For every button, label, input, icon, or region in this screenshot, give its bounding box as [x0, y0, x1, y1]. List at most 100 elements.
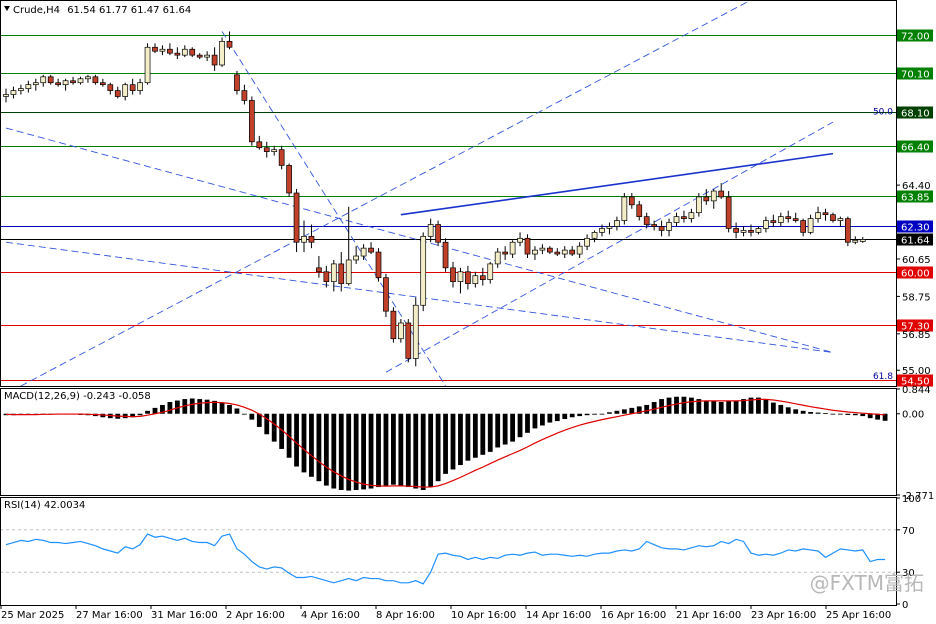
bull-candle-body-55 [412, 304, 419, 359]
macd-bar-104 [778, 404, 784, 414]
bear-candle-body-86 [643, 216, 650, 225]
macd-bar-87 [651, 402, 657, 414]
macd-bar-92 [689, 397, 694, 414]
rsi-tick-label-1: 70 [902, 526, 915, 537]
bull-candle-body-40 [301, 235, 307, 243]
bear-candle-body-42 [316, 267, 322, 273]
macd-bar-70 [525, 413, 530, 433]
candle-52 [390, 307, 397, 343]
macd-bar-71 [532, 413, 538, 429]
bull-candle-body-82 [614, 220, 620, 227]
level-tag-label-7: 60.00 [901, 269, 930, 280]
bull-candle-body-71 [532, 249, 538, 255]
level-tag-label-0: 72.00 [901, 32, 930, 43]
bear-candle-body-110 [822, 212, 829, 216]
bull-candle-body-114 [852, 239, 859, 243]
symbol-header: Crude,H4 61.54 61.77 61.47 61.64 [13, 5, 191, 16]
bear-candle-body-20 [152, 46, 158, 52]
bear-candle-body-91 [681, 216, 687, 219]
bear-candle-body-26 [196, 54, 203, 58]
time-tick-label-10: 23 Apr 16:00 [751, 610, 816, 621]
time-tick-label-1: 27 Mar 16:00 [76, 610, 143, 621]
macd-bar-90 [674, 396, 679, 414]
bull-candle-body-61 [457, 271, 464, 282]
macd-bar-60 [450, 413, 456, 470]
bear-candle-body-103 [770, 220, 777, 223]
bull-candle-body-80 [599, 228, 605, 233]
macd-bar-39 [294, 413, 299, 467]
time-tick-label-4: 4 Apr 16:00 [301, 610, 360, 621]
bear-candle-body-13 [99, 82, 106, 86]
time-tick-label-9: 21 Apr 16:00 [676, 610, 741, 621]
trading-chart: Crude,H4 61.54 61.77 61.47 61.64 MACD(12… [0, 0, 936, 624]
macd-bar-54 [405, 413, 411, 488]
bull-candle-body-46 [345, 259, 352, 284]
bull-candle-body-83 [621, 196, 628, 221]
bull-candle-body-104 [777, 216, 784, 223]
bull-candle-body-69 [517, 237, 523, 243]
bull-candle-body-5 [40, 76, 47, 84]
macd-bar-78 [584, 413, 590, 416]
macd-bar-75 [562, 413, 568, 420]
macd-bar-29 [219, 402, 225, 414]
time-tick-label-5: 8 Apr 16:00 [376, 610, 435, 621]
level-tag-label-3: 66.40 [901, 143, 930, 154]
bull-candle-body-63 [472, 275, 479, 284]
macd-bar-110 [823, 413, 828, 414]
macd-bar-68 [510, 413, 515, 442]
bull-candle-body-92 [688, 212, 695, 219]
macd-bar-83 [621, 409, 627, 414]
price-tick-label-3: 56.85 [902, 330, 931, 341]
bull-candle-body-53 [398, 322, 404, 340]
bear-candle-body-105 [785, 216, 792, 219]
rsi-tick-label-0: 100 [902, 494, 921, 505]
bull-candle-body-0 [3, 94, 9, 97]
bull-candle-body-115 [859, 239, 866, 242]
bear-candle-body-50 [375, 251, 382, 279]
macd-bar-57 [428, 413, 434, 488]
bull-candle-body-4 [32, 82, 39, 86]
macd-bar-43 [323, 413, 329, 486]
macd-bar-103 [770, 402, 776, 414]
macd-bar-31 [234, 408, 240, 414]
macd-bar-113 [845, 413, 851, 415]
macd-bar-97 [726, 401, 732, 414]
macd-bar-96 [718, 402, 724, 414]
bull-candle-body-56 [420, 235, 427, 306]
candle-56 [420, 232, 427, 312]
bear-candle-body-39 [293, 192, 300, 243]
bull-candle-body-68 [509, 241, 516, 255]
macd-bar-108 [808, 411, 813, 414]
candle-19 [144, 43, 151, 85]
macd-bar-81 [607, 412, 612, 414]
macd-bar-45 [338, 413, 344, 490]
bear-candle-body-30 [226, 41, 233, 48]
macd-bar-27 [204, 399, 210, 414]
macd-bar-76 [569, 413, 575, 418]
macd-bar-66 [495, 413, 501, 448]
bull-candle-body-81 [606, 226, 613, 229]
bull-candle-body-109 [815, 212, 821, 219]
bull-candle-body-99 [740, 230, 747, 233]
bull-candle-body-11 [85, 76, 91, 80]
bull-candle-body-102 [763, 220, 769, 229]
bear-candle-body-12 [92, 76, 99, 84]
bull-candle-body-72 [539, 247, 546, 251]
macd-bar-82 [614, 410, 620, 414]
candle-50 [375, 248, 382, 282]
level-tag-label-6: 61.64 [901, 236, 930, 247]
macd-bar-50 [376, 413, 381, 488]
bear-candle-body-96 [718, 190, 725, 198]
bull-candle-body-18 [137, 82, 143, 91]
bull-candle-body-66 [494, 251, 501, 265]
macd-bar-35 [264, 413, 270, 435]
level-tag-label-4: 63.85 [901, 193, 930, 204]
bear-candle-body-7 [55, 82, 62, 86]
macd-bar-86 [644, 404, 650, 414]
macd-bar-95 [711, 401, 717, 414]
bear-candle-body-37 [278, 149, 285, 166]
bull-candle-body-24 [181, 48, 188, 56]
bull-candle-body-21 [159, 48, 166, 52]
macd-bar-67 [502, 413, 508, 445]
bull-candle-body-65 [487, 263, 494, 281]
